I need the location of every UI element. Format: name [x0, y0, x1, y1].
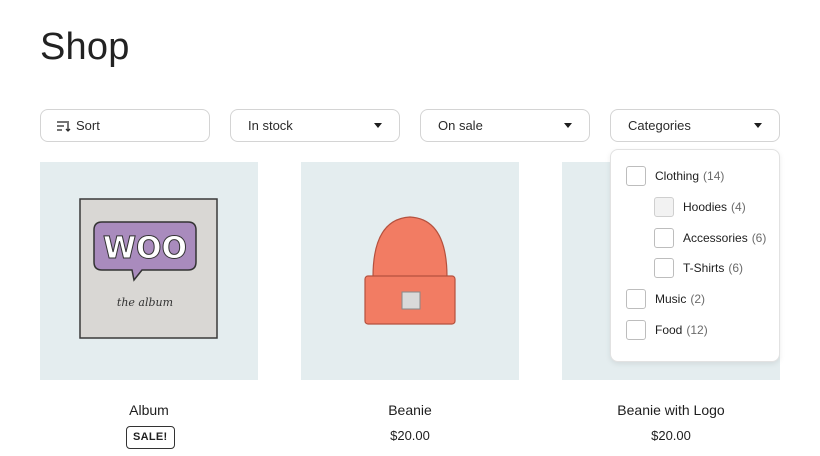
in-stock-filter[interactable]: In stock	[230, 109, 400, 142]
categories-filter[interactable]: Categories	[610, 109, 780, 142]
product-price: $20.00	[651, 428, 691, 443]
product-image-album[interactable]: WOO the album	[40, 162, 258, 380]
chevron-down-icon	[754, 123, 762, 128]
category-count: (6)	[728, 261, 744, 275]
category-option-hoodies[interactable]: Hoodies (4)	[654, 197, 746, 217]
sort-label: Sort	[76, 118, 100, 133]
product-title[interactable]: Beanie	[301, 402, 519, 418]
category-option-food[interactable]: Food (12)	[626, 320, 708, 340]
sort-button[interactable]: Sort	[40, 109, 210, 142]
category-name: Music	[655, 292, 687, 306]
checkbox[interactable]	[654, 258, 674, 278]
beanie-illustration	[364, 216, 456, 325]
category-name: Hoodies	[683, 200, 728, 214]
on-sale-label: On sale	[438, 118, 483, 133]
chevron-down-icon	[564, 123, 572, 128]
album-cover-illustration: WOO the album	[79, 198, 218, 339]
category-option-accessories[interactable]: Accessories (6)	[654, 228, 766, 248]
product-title[interactable]: Album	[40, 402, 258, 418]
in-stock-label: In stock	[248, 118, 293, 133]
category-count: (14)	[703, 169, 725, 183]
category-name: Food	[655, 323, 683, 337]
checkbox[interactable]	[626, 289, 646, 309]
category-count: (12)	[686, 323, 708, 337]
category-option-music[interactable]: Music (2)	[626, 289, 705, 309]
sale-badge: SALE!	[126, 426, 175, 449]
checkbox[interactable]	[654, 228, 674, 248]
category-name: T-Shirts	[683, 261, 725, 275]
category-count: (4)	[731, 200, 746, 214]
category-option-clothing[interactable]: Clothing (14)	[626, 166, 724, 186]
on-sale-filter[interactable]: On sale	[420, 109, 590, 142]
album-logo-text: WOO	[103, 231, 187, 266]
product-title[interactable]: Beanie with Logo	[562, 402, 780, 418]
category-name: Accessories	[683, 231, 748, 245]
checkbox[interactable]	[626, 320, 646, 340]
category-count: (2)	[690, 292, 706, 306]
category-name: Clothing	[655, 169, 700, 183]
checkbox[interactable]	[626, 166, 646, 186]
categories-dropdown: Clothing (14) Hoodies (4) Accessories (6…	[610, 149, 780, 362]
categories-label: Categories	[628, 118, 691, 133]
category-option-t-shirts[interactable]: T-Shirts (6)	[654, 258, 743, 278]
category-count: (6)	[751, 231, 767, 245]
album-subtitle-text: the album	[117, 296, 173, 309]
product-price: $20.00	[390, 428, 430, 443]
chevron-down-icon	[374, 123, 382, 128]
product-image-beanie[interactable]	[301, 162, 519, 380]
page-title: Shop	[40, 26, 130, 68]
sort-icon	[57, 120, 71, 132]
checkbox[interactable]	[654, 197, 674, 217]
